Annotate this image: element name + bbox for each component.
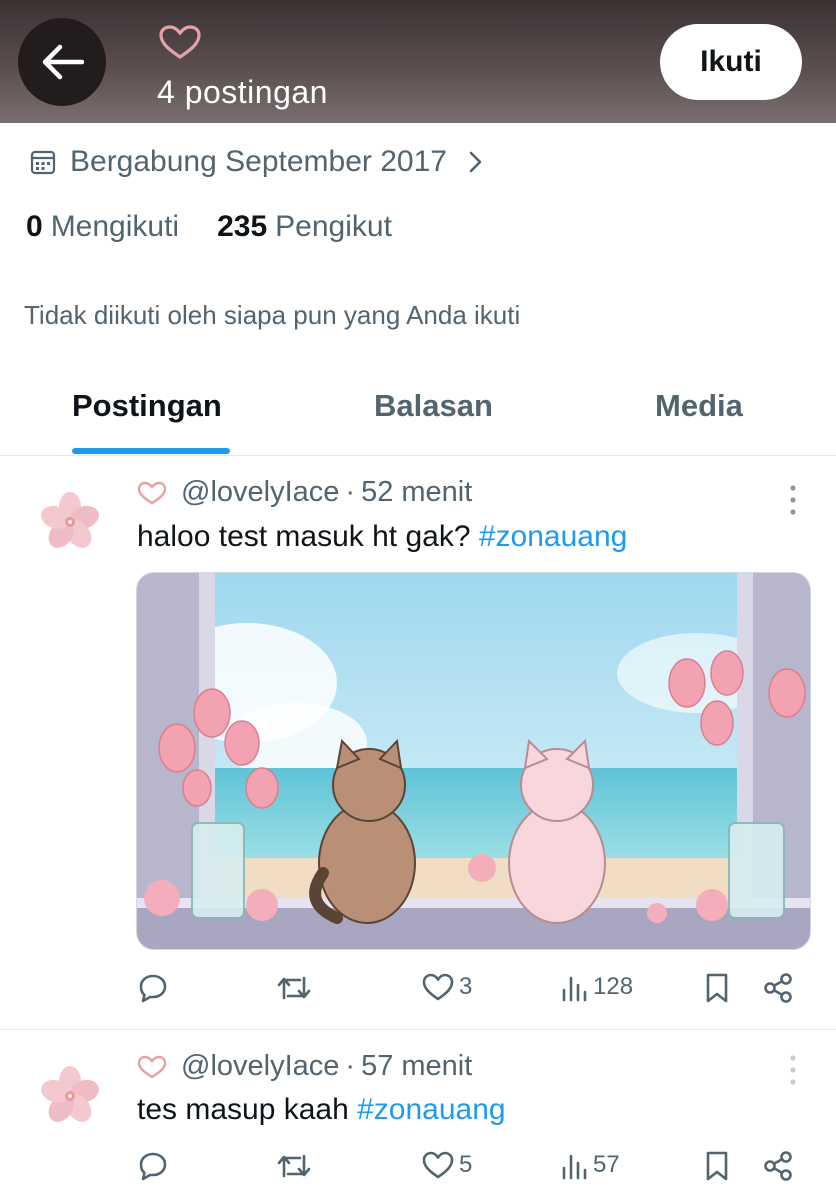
post-separator: ·: [345, 476, 356, 508]
heart-icon: [422, 1151, 454, 1179]
following-link[interactable]: 0 Mengikuti: [26, 210, 179, 244]
profile-tabs: Postingan Balasan Media: [0, 360, 836, 456]
post-body: haloo test masuk ht gak?: [137, 520, 479, 553]
post-handle[interactable]: @lovelyIace: [181, 1050, 339, 1083]
calendar-icon: [30, 150, 56, 175]
reply-icon: [139, 1152, 167, 1181]
like-count: 5: [459, 1151, 473, 1178]
bookmark-button[interactable]: [704, 972, 730, 1004]
hashtag-link[interactable]: #zonauang: [479, 520, 627, 553]
followers-link[interactable]: 235 Pengikut: [217, 210, 392, 244]
avatar[interactable]: [36, 488, 104, 556]
flower-avatar-icon: [41, 492, 99, 548]
joined-date[interactable]: Bergabung September 2017: [30, 140, 485, 184]
heart-outline-icon: [137, 481, 167, 504]
heart-icon: [422, 973, 454, 1001]
post-separator: ·: [345, 1050, 356, 1082]
active-tab-indicator: [72, 448, 230, 454]
joined-label: Bergabung September 2017: [70, 145, 447, 178]
post-time[interactable]: 57 menit: [361, 1050, 472, 1083]
flower-avatar-icon: [41, 1066, 99, 1122]
views-count: 128: [593, 973, 634, 1000]
analytics-icon: [562, 976, 587, 1002]
views-count: 57: [593, 1151, 620, 1178]
views-button[interactable]: 57: [561, 1150, 620, 1180]
followers-count: 235: [217, 210, 268, 243]
repost-button[interactable]: [276, 1150, 316, 1182]
repost-button[interactable]: [276, 972, 316, 1004]
arrow-left-icon: [42, 44, 84, 80]
repost-icon: [277, 1154, 311, 1178]
reply-button[interactable]: [137, 972, 173, 1004]
following-label: Mengikuti: [50, 210, 180, 243]
cats-window-illustration: [137, 573, 810, 949]
back-button[interactable]: [18, 18, 106, 106]
post-image[interactable]: [136, 572, 811, 950]
post-text: tes masup kaah #zonauang: [137, 1093, 506, 1127]
share-button[interactable]: [762, 1150, 794, 1182]
follow-button[interactable]: Ikuti: [660, 24, 802, 100]
bookmark-button[interactable]: [704, 1150, 730, 1182]
posts-count: 4 postingan: [157, 74, 328, 110]
repost-icon: [277, 976, 311, 1000]
follow-stats: 0 Mengikuti 235 Pengikut: [26, 210, 392, 244]
share-button[interactable]: [762, 972, 794, 1004]
post-actions: 3 128: [0, 972, 836, 1012]
more-options-icon[interactable]: [784, 1052, 802, 1088]
avatar[interactable]: [36, 1062, 104, 1130]
reply-icon: [139, 974, 167, 1003]
post-body: tes masup kaah: [137, 1093, 358, 1126]
like-count: 3: [459, 973, 473, 1000]
like-button[interactable]: 3: [421, 972, 472, 1002]
tab-posts[interactable]: Postingan: [72, 388, 222, 424]
like-button[interactable]: 5: [421, 1150, 472, 1180]
post-text: haloo test masuk ht gak? #zonauang: [137, 520, 627, 554]
analytics-icon: [562, 1154, 587, 1180]
post-handle[interactable]: @lovelyIace: [181, 476, 339, 509]
bookmark-icon: [706, 1151, 728, 1181]
tab-replies[interactable]: Balasan: [374, 388, 493, 424]
post-header: @lovelyIace · 57 menit: [137, 1050, 472, 1083]
post-divider: [0, 1029, 836, 1030]
followers-label: Pengikut: [275, 210, 392, 243]
post-header: @lovelyIace · 52 menit: [137, 476, 472, 509]
not-followed-text: Tidak diikuti oleh siapa pun yang Anda i…: [24, 300, 521, 330]
hashtag-link[interactable]: #zonauang: [357, 1093, 505, 1126]
more-options-icon[interactable]: [784, 482, 802, 518]
chevron-right-icon: [469, 151, 482, 173]
post-actions: 5 57: [0, 1150, 836, 1190]
share-icon: [764, 1151, 792, 1181]
heart-outline-icon: [159, 25, 201, 59]
post-time[interactable]: 52 menit: [361, 476, 472, 509]
profile-header: 4 postingan Ikuti: [0, 0, 836, 123]
share-icon: [764, 973, 792, 1003]
tab-media[interactable]: Media: [655, 388, 743, 424]
bookmark-icon: [706, 973, 728, 1003]
reply-button[interactable]: [137, 1150, 173, 1182]
following-count: 0: [26, 210, 43, 243]
views-button[interactable]: 128: [561, 972, 633, 1002]
heart-outline-icon: [137, 1055, 167, 1078]
